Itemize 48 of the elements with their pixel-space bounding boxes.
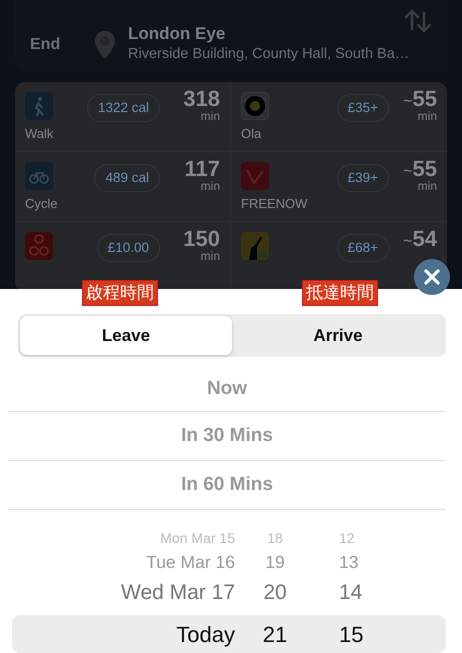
approx-sign: ~ — [403, 163, 413, 180]
option-name: FREENOW — [241, 195, 308, 213]
picker-minute[interactable]: 15 — [311, 618, 446, 650]
picker-selection-bar[interactable]: Today 21 15 — [12, 615, 446, 653]
duration-unit: min — [200, 110, 220, 122]
picker-hour[interactable]: 19 — [239, 549, 311, 576]
duration-unit: min — [200, 180, 220, 192]
duration-unit: min — [200, 250, 220, 262]
picker-date[interactable]: Today — [12, 618, 239, 650]
picker-hour[interactable]: 21 — [239, 618, 311, 650]
approx-sign: ~ — [403, 93, 413, 110]
option-name: Ola — [241, 125, 262, 143]
travel-option[interactable]: Cycle 489 cal 117 min — [15, 152, 231, 222]
option-badge: 1322 cal — [86, 94, 160, 122]
option-duration: 55 — [412, 156, 437, 181]
approx-sign: ~ — [403, 233, 413, 250]
quick-time-option[interactable]: In 30 Mins — [8, 412, 446, 461]
option-duration: 318 — [183, 86, 220, 111]
quick-time-option[interactable]: Now — [8, 367, 446, 412]
picker-date[interactable]: Wed Mar 17 — [12, 576, 239, 608]
option-badge: £10.00 — [96, 234, 160, 262]
quick-time-option[interactable]: In 60 Mins — [8, 461, 446, 510]
option-badge: £35+ — [336, 94, 389, 122]
option-duration: 150 — [183, 226, 220, 251]
place-title: London Eye — [128, 24, 226, 44]
travel-option[interactable]: FREENOW £39+ ~55 min — [231, 152, 447, 222]
option-name: Cycle — [25, 195, 59, 213]
option-badge: 489 cal — [94, 164, 160, 192]
option-badge: £39+ — [336, 164, 389, 192]
segment-tab[interactable]: Arrive — [232, 316, 444, 355]
picker-minute[interactable]: 14 — [311, 576, 446, 608]
duration-unit: min — [416, 180, 437, 192]
option-duration: 55 — [412, 86, 437, 111]
option-badge: £68+ — [336, 234, 389, 262]
picker-hour[interactable]: 20 — [239, 576, 311, 608]
segment-tab[interactable]: Leave — [20, 316, 232, 355]
picker-minute[interactable]: 13 — [311, 549, 446, 576]
travel-option[interactable]: Ola £35+ ~55 min — [231, 82, 447, 152]
option-duration: 54 — [412, 226, 437, 251]
option-duration: 117 — [184, 156, 220, 181]
annotation-label: 抵達時間 — [302, 280, 378, 306]
option-name: Walk — [25, 125, 54, 143]
end-label: End — [30, 35, 62, 56]
annotation-label: 啟程時間 — [82, 280, 158, 306]
picker-date[interactable]: Tue Mar 16 — [12, 549, 239, 576]
duration-unit: min — [416, 110, 437, 122]
place-address: Riverside Building, County Hall, South Ba… — [128, 45, 410, 64]
travel-option[interactable]: Walk 1322 cal 318 min — [15, 82, 231, 152]
